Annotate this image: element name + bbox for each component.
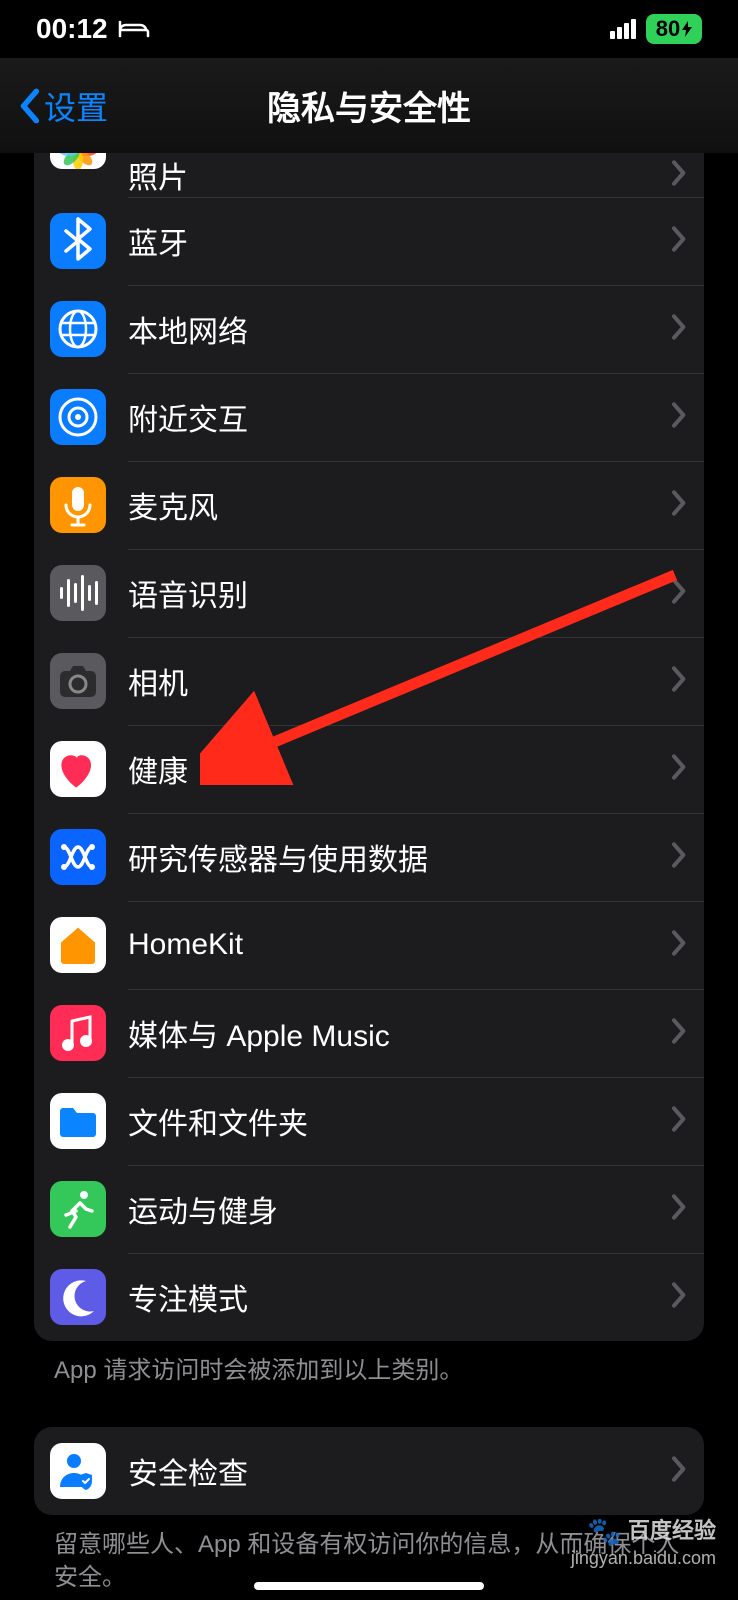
row-runner[interactable]: 运动与健身	[34, 1165, 704, 1253]
row-waveform[interactable]: 语音识别	[34, 549, 704, 637]
globe-icon	[50, 301, 106, 357]
row-label: 语音识别	[128, 571, 670, 615]
row-label: 附近交互	[128, 395, 670, 439]
battery-indicator: 80	[646, 14, 702, 44]
waveform-icon	[50, 565, 106, 621]
runner-icon	[50, 1181, 106, 1237]
home-icon	[50, 917, 106, 973]
chevron-right-icon	[670, 753, 686, 781]
status-time: 00:12	[36, 13, 108, 45]
chevron-right-icon	[670, 225, 686, 253]
chevron-right-icon	[670, 1017, 686, 1045]
status-left: 00:12	[36, 13, 150, 45]
row-label: 文件和文件夹	[128, 1099, 670, 1143]
row-moon[interactable]: 专注模式	[34, 1253, 704, 1341]
row-target[interactable]: 附近交互	[34, 373, 704, 461]
row-sensor[interactable]: 研究传感器与使用数据	[34, 813, 704, 901]
safety-icon	[50, 1443, 106, 1499]
bed-icon	[118, 13, 150, 45]
music-icon	[50, 1005, 106, 1061]
chevron-right-icon	[670, 929, 686, 962]
chevron-right-icon	[670, 841, 686, 874]
chevron-right-icon	[670, 929, 686, 957]
chevron-right-icon	[670, 753, 686, 786]
camera-icon	[50, 653, 106, 709]
row-label: HomeKit	[128, 928, 670, 962]
chevron-right-icon	[670, 225, 686, 258]
chevron-right-icon	[670, 1105, 686, 1133]
row-globe[interactable]: 本地网络	[34, 285, 704, 373]
safety-check-group: 安全检查	[34, 1427, 704, 1515]
watermark-url: jingyan.baidu.com	[571, 1548, 716, 1570]
bolt-icon	[682, 21, 692, 37]
chevron-right-icon	[670, 577, 686, 605]
target-icon	[50, 389, 106, 445]
folder-icon	[50, 1093, 106, 1149]
battery-percent: 80	[656, 16, 680, 42]
back-button[interactable]: 设置	[18, 83, 108, 129]
back-label: 设置	[44, 83, 108, 129]
chevron-right-icon	[670, 1017, 686, 1050]
row-label: 麦克风	[128, 483, 670, 527]
settings-list-footer: App 请求访问时会被添加到以上类别。	[34, 1341, 704, 1387]
chevron-right-icon	[670, 577, 686, 610]
row-label: 专注模式	[128, 1275, 670, 1319]
status-right: 80	[610, 14, 702, 44]
paw-icon: 🐾	[587, 1515, 622, 1549]
content: 照片蓝牙本地网络附近交互麦克风语音识别相机健康研究传感器与使用数据 HomeKit…	[0, 153, 738, 1594]
row-music[interactable]: 媒体与 Apple Music	[34, 989, 704, 1077]
chevron-right-icon	[670, 313, 686, 346]
chevron-right-icon	[670, 313, 686, 341]
chevron-right-icon	[670, 665, 686, 698]
nav-bar: 设置 隐私与安全性	[0, 58, 738, 153]
chevron-right-icon	[670, 1281, 686, 1314]
row-label: 本地网络	[128, 307, 670, 351]
row-camera[interactable]: 相机	[34, 637, 704, 725]
row-bluetooth[interactable]: 蓝牙	[34, 197, 704, 285]
status-bar: 00:12 80	[0, 0, 738, 58]
watermark-brand: 百度经验	[628, 1518, 716, 1544]
home-indicator[interactable]	[254, 1582, 484, 1590]
row-label: 安全检查	[128, 1449, 670, 1493]
chevron-right-icon	[670, 1455, 686, 1483]
signal-icon	[610, 19, 636, 39]
chevron-right-icon	[670, 159, 686, 187]
watermark: 🐾百度经验 jingyan.baidu.com	[571, 1515, 716, 1570]
row-label: 蓝牙	[128, 219, 670, 263]
row-label: 照片	[128, 153, 670, 197]
chevron-right-icon	[670, 1193, 686, 1226]
row-folder[interactable]: 文件和文件夹	[34, 1077, 704, 1165]
chevron-right-icon	[670, 1193, 686, 1221]
row-mic[interactable]: 麦克风	[34, 461, 704, 549]
row-label: 健康	[128, 747, 670, 791]
chevron-right-icon	[670, 841, 686, 869]
chevron-right-icon	[670, 489, 686, 517]
settings-list-group: 照片蓝牙本地网络附近交互麦克风语音识别相机健康研究传感器与使用数据 HomeKit…	[34, 153, 704, 1341]
chevron-right-icon	[670, 489, 686, 522]
mic-icon	[50, 477, 106, 533]
chevron-right-icon	[670, 665, 686, 693]
row-label: 运动与健身	[128, 1187, 670, 1231]
chevron-right-icon	[670, 1455, 686, 1488]
chevron-right-icon	[670, 1105, 686, 1138]
moon-icon	[50, 1269, 106, 1325]
row-label: 相机	[128, 659, 670, 703]
sensor-icon	[50, 829, 106, 885]
heart-icon	[50, 741, 106, 797]
row-home[interactable]: HomeKit	[34, 901, 704, 989]
chevron-left-icon	[18, 87, 40, 125]
row-safety[interactable]: 安全检查	[34, 1427, 704, 1515]
row-photos[interactable]: 照片	[34, 153, 704, 197]
photos-icon	[50, 153, 106, 169]
row-label: 研究传感器与使用数据	[128, 835, 670, 879]
row-heart[interactable]: 健康	[34, 725, 704, 813]
chevron-right-icon	[670, 159, 686, 192]
chevron-right-icon	[670, 1281, 686, 1309]
chevron-right-icon	[670, 401, 686, 434]
row-label: 媒体与 Apple Music	[128, 1011, 670, 1055]
chevron-right-icon	[670, 401, 686, 429]
bluetooth-icon	[50, 213, 106, 269]
page-title: 隐私与安全性	[267, 81, 471, 130]
